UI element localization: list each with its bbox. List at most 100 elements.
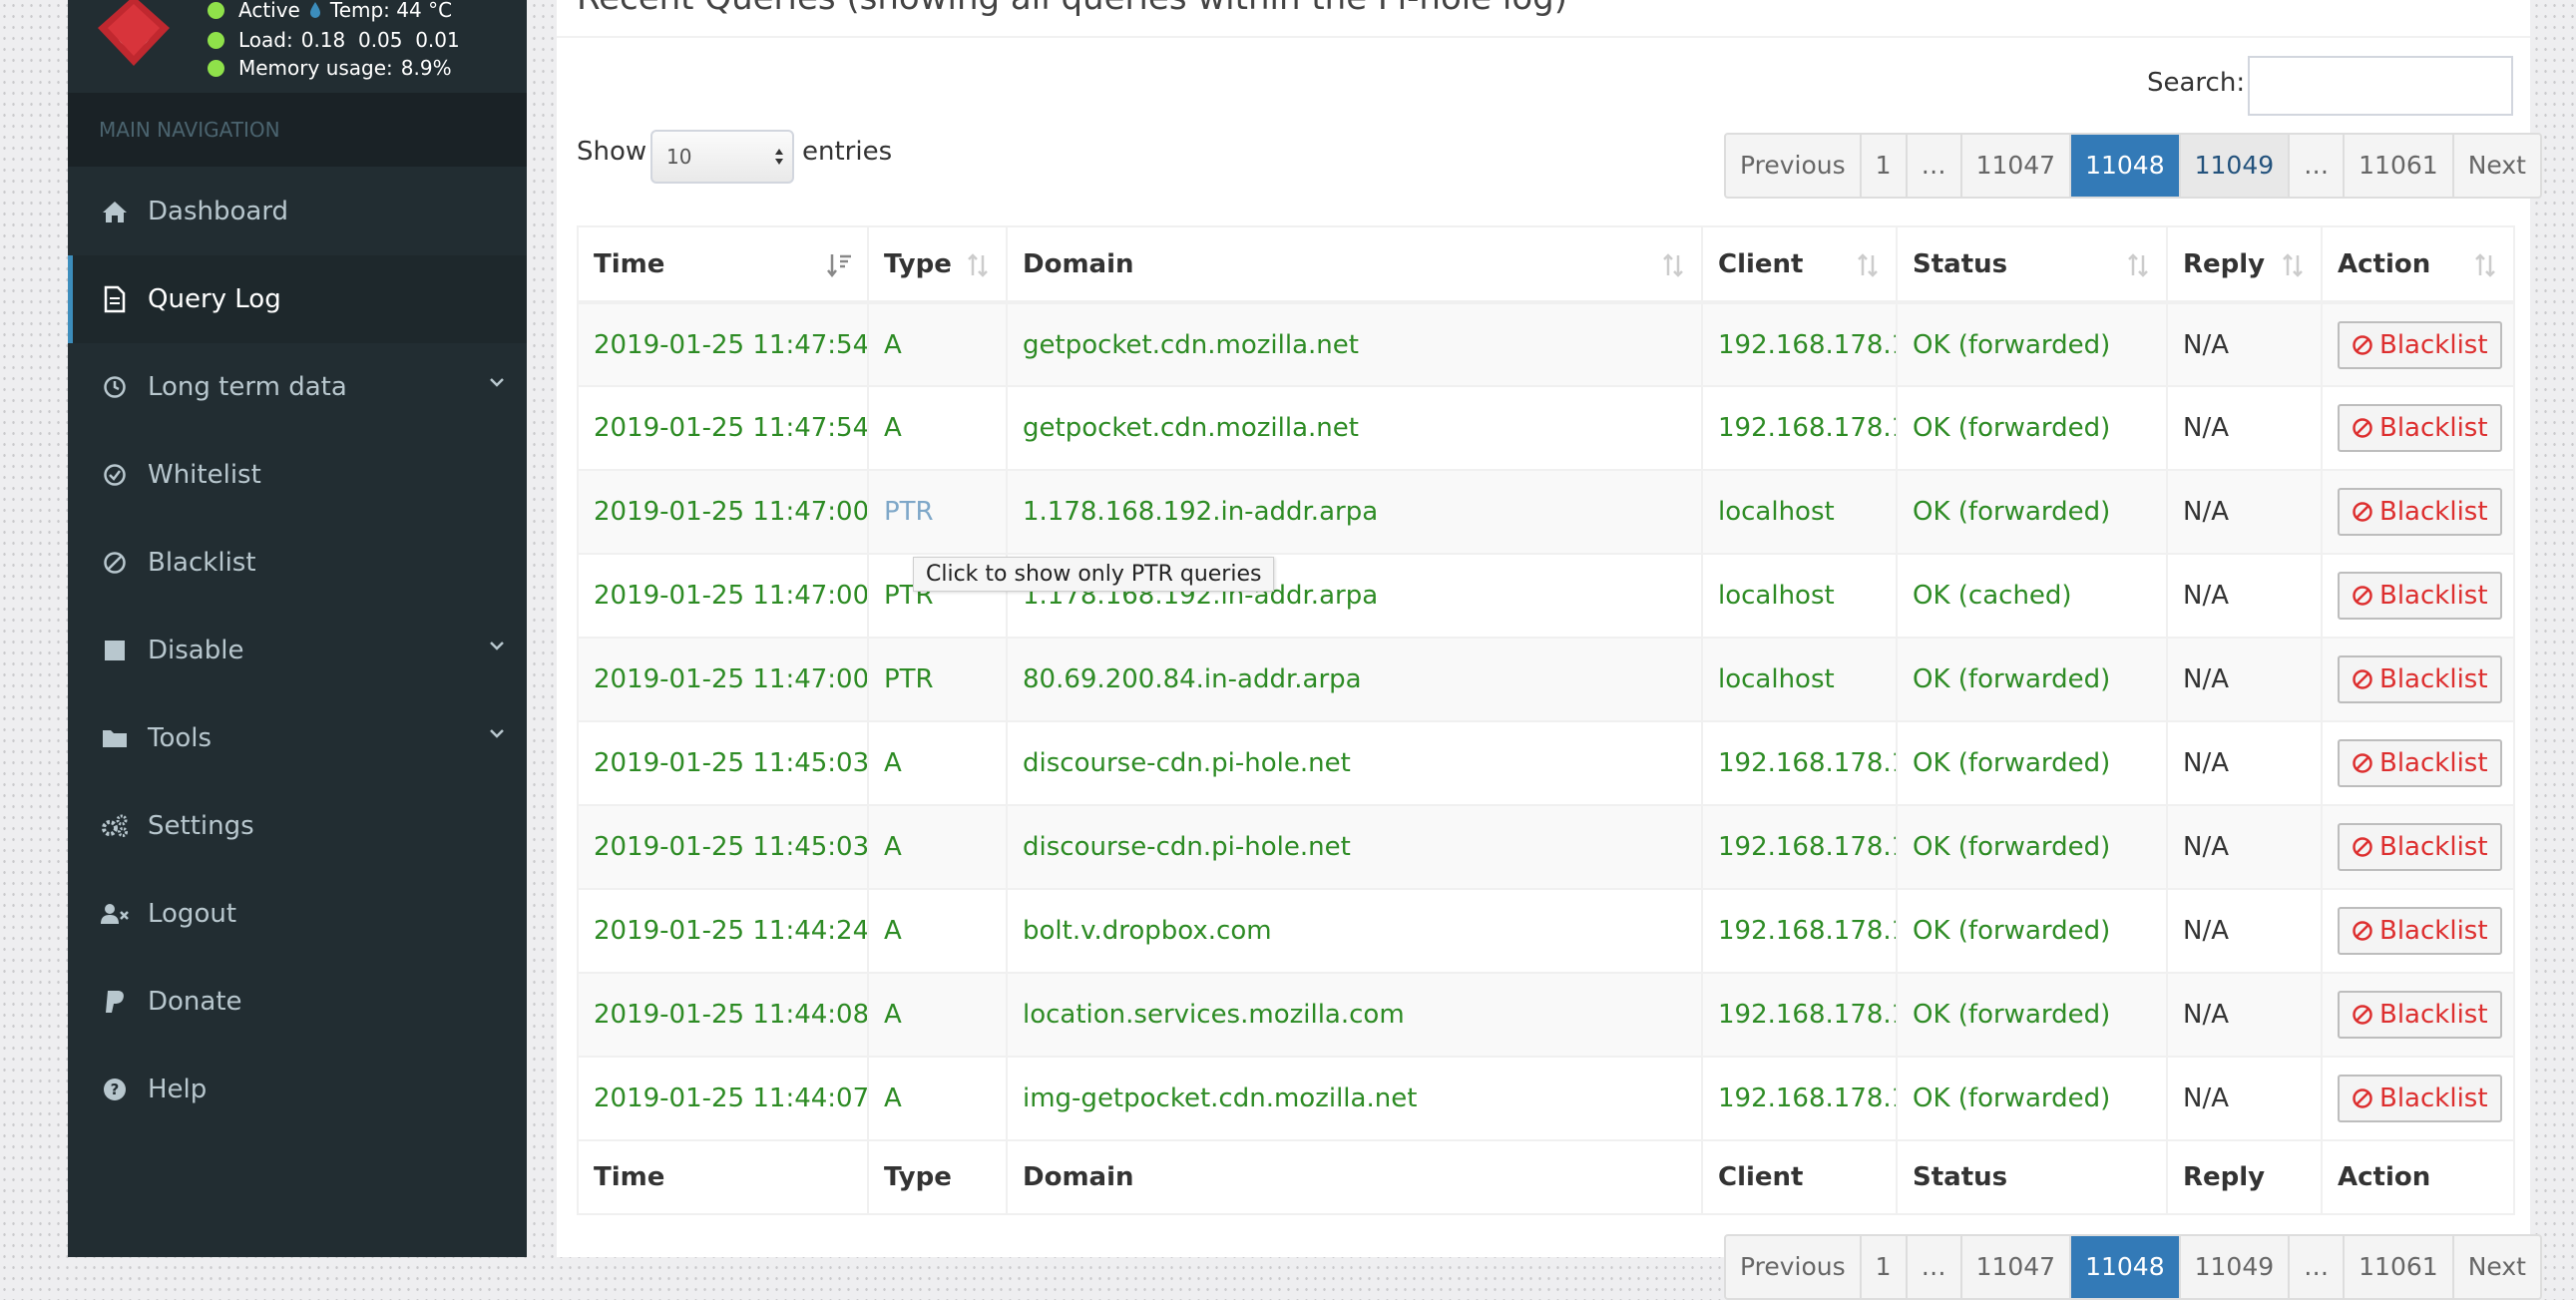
sidebar-item-tools[interactable]: Tools <box>68 694 527 782</box>
box-header-divider <box>557 36 2530 38</box>
blacklist-button[interactable]: Blacklist <box>2338 1075 2502 1122</box>
cell-client: 192.168.178.1 <box>1701 385 1898 471</box>
blacklist-button[interactable]: Blacklist <box>2338 488 2502 536</box>
ban-icon <box>2353 1088 2372 1108</box>
blacklist-button[interactable]: Blacklist <box>2338 655 2502 703</box>
blacklist-button[interactable]: Blacklist <box>2338 404 2502 452</box>
cell-action: Blacklist <box>2321 637 2515 722</box>
cell-action: Blacklist <box>2321 972 2515 1058</box>
entries-select[interactable]: 10 <box>650 130 794 184</box>
blacklist-button[interactable]: Blacklist <box>2338 907 2502 955</box>
cell-domain: getpocket.cdn.mozilla.net <box>1006 385 1703 471</box>
sidebar-item-help[interactable]: ? Help <box>68 1046 527 1133</box>
status-dot-icon <box>208 1 224 19</box>
search-input[interactable] <box>2248 56 2513 116</box>
footer-reply: Reply <box>2166 1139 2323 1215</box>
blacklist-button-label: Blacklist <box>2379 497 2488 527</box>
cell-status: OK (forwarded) <box>1896 637 2168 722</box>
sidebar-item-settings[interactable]: Settings <box>68 782 527 870</box>
table-row: 2019-01-25 11:45:03 Adiscourse-cdn.pi-hol… <box>577 720 2515 806</box>
blacklist-button[interactable]: Blacklist <box>2338 739 2502 787</box>
column-header-client[interactable]: Client <box>1701 225 1898 304</box>
pagination-page[interactable]: 11061 <box>2345 1236 2454 1298</box>
cell-action: Blacklist <box>2321 720 2515 806</box>
question-circle-icon: ? <box>100 1075 130 1104</box>
cell-domain: 1.178.168.192.in-addr.arpa <box>1006 469 1703 555</box>
column-header-status[interactable]: Status <box>1896 225 2168 304</box>
sidebar-item-disable[interactable]: Disable <box>68 607 527 694</box>
home-icon <box>100 197 130 226</box>
pagination-page[interactable]: 11049 <box>2181 1236 2291 1298</box>
cell-type[interactable]: PTR <box>867 637 1008 722</box>
cell-type[interactable]: A <box>867 804 1008 890</box>
pagination-previous[interactable]: Previous <box>1726 1236 1862 1298</box>
sidebar-item-dashboard[interactable]: Dashboard <box>68 168 527 255</box>
cell-status: OK (forwarded) <box>1896 804 2168 890</box>
memory-label: Memory usage: <box>238 56 393 80</box>
cell-reply: N/A <box>2166 469 2323 555</box>
cell-action: Blacklist <box>2321 1056 2515 1141</box>
column-header-reply[interactable]: Reply <box>2166 225 2323 304</box>
blacklist-button[interactable]: Blacklist <box>2338 320 2502 369</box>
cell-reply: N/A <box>2166 553 2323 639</box>
cell-reply: N/A <box>2166 1056 2323 1141</box>
sidebar-item-blacklist[interactable]: Blacklist <box>68 519 527 607</box>
cell-time: 2019-01-25 11:47:54 <box>577 385 869 471</box>
sidebar-item-logout[interactable]: Logout <box>68 870 527 958</box>
column-header-label: Status <box>1913 248 2008 279</box>
pagination-page[interactable]: 1 <box>1862 135 1908 197</box>
chevron-down-icon <box>490 378 504 387</box>
sidebar-item-whitelist[interactable]: Whitelist <box>68 431 527 519</box>
cell-time: 2019-01-25 11:47:00 <box>577 553 869 639</box>
pagination-current-page[interactable]: 11048 <box>2071 1236 2181 1298</box>
cell-type[interactable]: A <box>867 385 1008 471</box>
cell-time: 2019-01-25 11:44:07 <box>577 1056 869 1141</box>
cell-status: OK (forwarded) <box>1896 1056 2168 1141</box>
pagination-page[interactable]: 11061 <box>2345 135 2454 197</box>
show-label: Show <box>577 137 647 167</box>
cell-type[interactable]: A <box>867 720 1008 806</box>
sidebar-item-query-log[interactable]: Query Log <box>68 255 527 343</box>
pagination-page[interactable]: 11047 <box>1962 135 2072 197</box>
cell-client: 192.168.178.1 <box>1701 720 1898 806</box>
footer-type: Type <box>867 1139 1008 1215</box>
cell-type[interactable]: PTR <box>867 469 1008 555</box>
load-dot-icon <box>208 31 224 49</box>
cell-type[interactable]: A <box>867 888 1008 974</box>
table-row: 2019-01-25 11:44:24 Abolt.v.dropbox.com 19… <box>577 888 2515 974</box>
column-header-domain[interactable]: Domain <box>1006 225 1703 304</box>
cell-time: 2019-01-25 11:47:54 <box>577 301 869 387</box>
cell-type[interactable]: A <box>867 301 1008 387</box>
pagination-ellipsis: … <box>1908 135 1962 197</box>
cell-action: Blacklist <box>2321 469 2515 555</box>
cell-type[interactable]: A <box>867 972 1008 1058</box>
column-header-action[interactable]: Action <box>2321 225 2515 304</box>
blacklist-button-label: Blacklist <box>2379 581 2488 611</box>
column-header-label: Time <box>594 248 665 279</box>
column-header-type[interactable]: Type <box>867 225 1008 304</box>
table-footer-row: Time Type Domain Client Status Reply Act… <box>577 1139 2515 1215</box>
sidebar-item-long-term-data[interactable]: Long term data <box>68 343 527 431</box>
column-header-time[interactable]: Time <box>577 225 869 304</box>
blacklist-button[interactable]: Blacklist <box>2338 991 2502 1039</box>
pagination-next[interactable]: Next <box>2454 135 2540 197</box>
cell-domain: discourse-cdn.pi-hole.net <box>1006 804 1703 890</box>
sidebar-item-label: Dashboard <box>148 197 289 226</box>
cell-action: Blacklist <box>2321 553 2515 639</box>
status-active-text: Active <box>238 0 300 22</box>
pagination-page[interactable]: 11049 <box>2180 135 2291 197</box>
pagination-page[interactable]: 11047 <box>1962 1236 2072 1298</box>
footer-action: Action <box>2321 1139 2515 1215</box>
pagination-current-page[interactable]: 11048 <box>2071 135 2181 197</box>
pagination-previous[interactable]: Previous <box>1726 135 1862 197</box>
blacklist-button[interactable]: Blacklist <box>2338 572 2502 620</box>
sidebar-item-donate[interactable]: Donate <box>68 958 527 1046</box>
pagination-next[interactable]: Next <box>2454 1236 2540 1298</box>
pagination-page[interactable]: 1 <box>1862 1236 1908 1298</box>
blacklist-button[interactable]: Blacklist <box>2338 823 2502 871</box>
select-arrows-icon <box>775 149 783 165</box>
column-header-label: Client <box>1718 248 1804 279</box>
table-row: 2019-01-25 11:47:54 Agetpocket.cdn.mozill… <box>577 301 2515 387</box>
chevron-down-icon <box>490 642 504 650</box>
cell-type[interactable]: A <box>867 1056 1008 1141</box>
